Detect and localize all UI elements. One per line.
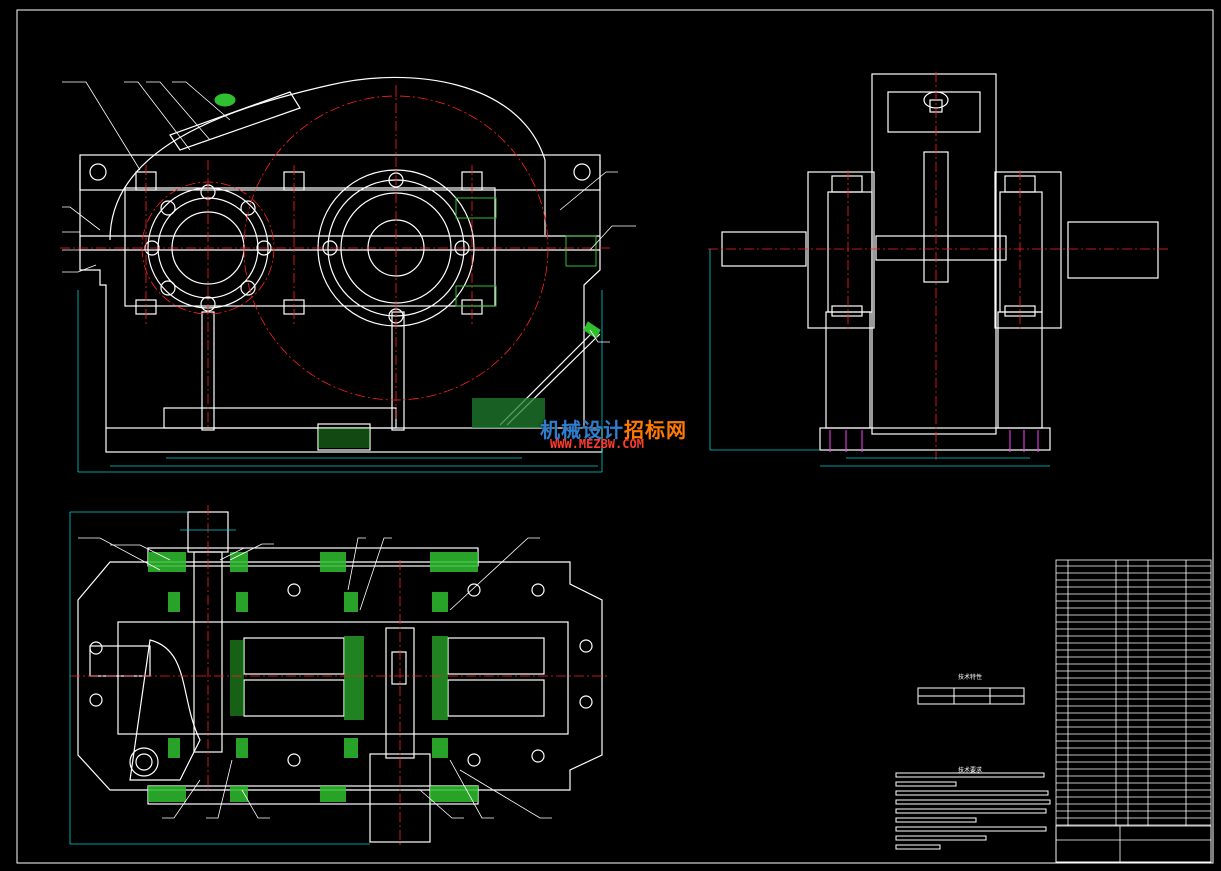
tech-features-box: [917, 687, 1025, 705]
side-magenta: [829, 430, 1039, 452]
front-oil-region: [318, 398, 545, 448]
top-leaders: [78, 537, 552, 819]
title-block-table: [1055, 559, 1212, 863]
side-view: [721, 73, 1159, 451]
front-view: [79, 76, 603, 453]
tech-requirements-lines: [895, 772, 1051, 850]
front-leaders: [62, 81, 636, 343]
tech-features-title: 技术特性: [958, 674, 983, 681]
top-hatch: [148, 552, 478, 802]
watermark-url: WWW.MEZBW.COM: [550, 437, 644, 451]
tech-requirements-title: 技术要求: [958, 767, 983, 774]
front-centerlines: [60, 85, 610, 430]
